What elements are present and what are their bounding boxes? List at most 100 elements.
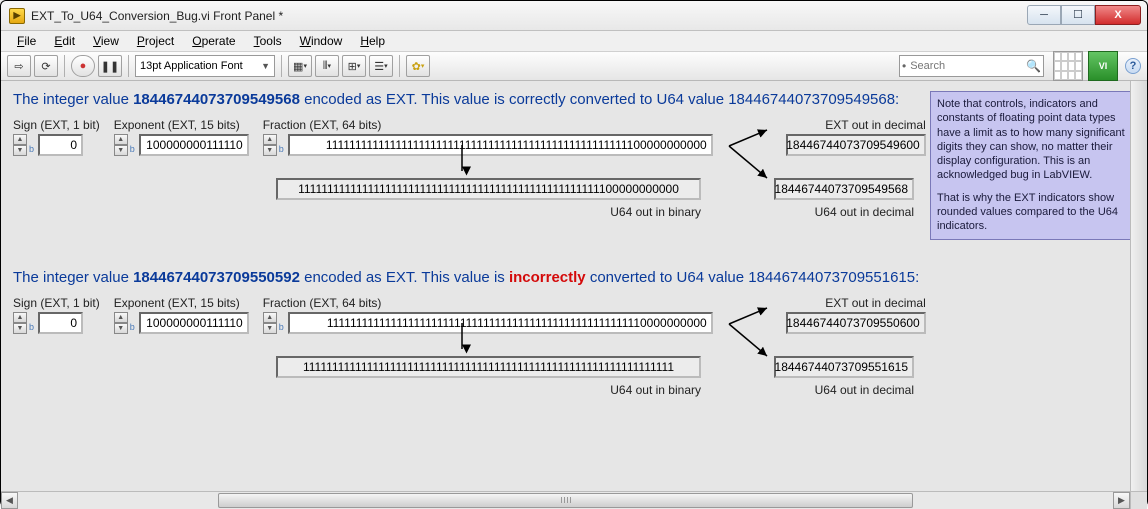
scroll-thumb[interactable] [218, 493, 913, 508]
section-incorrect: The integer value 18446744073709550592 e… [13, 269, 1135, 397]
exponent-spinner[interactable]: ▲▼ [114, 134, 128, 156]
menu-project[interactable]: Project [129, 32, 182, 50]
menu-operate[interactable]: Operate [184, 32, 243, 50]
radix-icon: b [279, 144, 284, 154]
abort-button[interactable]: ● [71, 55, 95, 77]
exponent-label-2: Exponent (EXT, 15 bits) [114, 296, 249, 310]
fraction-group: Fraction (EXT, 64 bits) ▲▼ b 11111111111… [263, 118, 713, 156]
u64-bin-group: 1111111111111111111111111111111111111111… [276, 178, 701, 219]
u64-dec-group: 18446744073709549568 U64 out in decimal [774, 178, 914, 219]
scroll-right-button[interactable]: ▶ [1113, 492, 1130, 509]
heading-2: The integer value 18446744073709550592 e… [13, 269, 1135, 286]
ext-out-group-2: EXT out in decimal 18446744073709550600 [786, 296, 926, 334]
u64-bin-value: 1111111111111111111111111111111111111111… [276, 178, 701, 200]
scroll-left-button[interactable]: ◀ [1, 492, 18, 509]
u64-dec-label: U64 out in decimal [815, 205, 914, 219]
radix-icon: b [130, 322, 135, 332]
exponent-label: Exponent (EXT, 15 bits) [114, 118, 249, 132]
connector-pane[interactable] [1053, 51, 1083, 81]
u64-bin-label: U64 out in binary [276, 205, 701, 219]
resize-button[interactable]: ⊞▾ [342, 55, 366, 77]
front-panel: The integer value 18446744073709549568 e… [1, 81, 1147, 491]
u64-bin-group-2: 1111111111111111111111111111111111111111… [276, 356, 701, 397]
sign-input[interactable]: 0 [38, 134, 83, 156]
ext-out-value-2: 18446744073709550600 [786, 312, 926, 334]
sign-input-2[interactable]: 0 [38, 312, 83, 334]
section-correct: The integer value 18446744073709549568 e… [13, 91, 1135, 219]
reorder-button[interactable]: ☰▾ [369, 55, 393, 77]
minimize-button[interactable]: ─ [1027, 5, 1061, 25]
search-icon: 🔍 [1026, 59, 1041, 73]
maximize-button[interactable]: ☐ [1061, 5, 1095, 25]
horizontal-scrollbar[interactable]: ◀ ▶ [1, 491, 1147, 508]
close-button[interactable]: X [1095, 5, 1141, 25]
toolbar-separator [281, 55, 282, 77]
fraction-label: Fraction (EXT, 64 bits) [263, 118, 713, 132]
radix-icon: b [279, 322, 284, 332]
exponent-spinner-2[interactable]: ▲▼ [114, 312, 128, 334]
sign-spinner-2[interactable]: ▲▼ [13, 312, 27, 334]
pause-button[interactable]: ❚❚ [98, 55, 122, 77]
menu-help[interactable]: Help [352, 32, 393, 50]
fraction-group-2: Fraction (EXT, 64 bits) ▲▼ b 11111111111… [263, 296, 713, 334]
fraction-spinner-2[interactable]: ▲▼ [263, 312, 277, 334]
exponent-input[interactable]: 100000000111110 [139, 134, 249, 156]
u64-dec-label-2: U64 out in decimal [815, 383, 914, 397]
menubar: File Edit View Project Operate Tools Win… [1, 31, 1147, 51]
fraction-spinner[interactable]: ▲▼ [263, 134, 277, 156]
toolbar: ⇨ ⟳ ● ❚❚ 13pt Application Font ▼ ▦▾ ⫴▾ ⊞… [1, 51, 1147, 81]
bullet-icon: • [902, 59, 906, 73]
sign-group-2: Sign (EXT, 1 bit) ▲▼ b 0 [13, 296, 100, 334]
toolbar-separator [64, 55, 65, 77]
u64-bin-value-2: 1111111111111111111111111111111111111111… [276, 356, 701, 378]
u64-bin-label-2: U64 out in binary [276, 383, 701, 397]
window-buttons: ─ ☐ X [1027, 5, 1141, 25]
note-text-1: Note that controls, indicators and const… [937, 97, 1128, 183]
menu-file[interactable]: File [9, 32, 44, 50]
menu-window[interactable]: Window [292, 32, 351, 50]
sign-group: Sign (EXT, 1 bit) ▲▼ b 0 [13, 118, 100, 156]
sign-label-2: Sign (EXT, 1 bit) [13, 296, 100, 310]
radix-icon: b [29, 144, 34, 154]
exponent-group: Exponent (EXT, 15 bits) ▲▼ b 10000000011… [114, 118, 249, 156]
search-input[interactable] [910, 60, 1026, 72]
menu-tools[interactable]: Tools [246, 32, 290, 50]
vertical-scrollbar[interactable] [1130, 81, 1147, 491]
help-button[interactable]: ? [1125, 58, 1141, 74]
run-continuous-button[interactable]: ⟳ [34, 55, 58, 77]
align-button[interactable]: ▦▾ [288, 55, 312, 77]
arrow-down-icon [452, 143, 472, 193]
arrow-down-icon [452, 321, 472, 371]
font-selector[interactable]: 13pt Application Font ▼ [135, 55, 275, 77]
ext-out-group: EXT out in decimal 18446744073709549600 [786, 118, 926, 156]
exponent-group-2: Exponent (EXT, 15 bits) ▲▼ b 10000000011… [114, 296, 249, 334]
ext-out-label-2: EXT out in decimal [825, 296, 926, 310]
titlebar: ▶ EXT_To_U64_Conversion_Bug.vi Front Pan… [1, 1, 1147, 31]
menu-edit[interactable]: Edit [46, 32, 83, 50]
note-text-2: That is why the EXT indicators show roun… [937, 191, 1128, 234]
fraction-label-2: Fraction (EXT, 64 bits) [263, 296, 713, 310]
vi-icon[interactable]: VI [1088, 51, 1118, 81]
window-title: EXT_To_U64_Conversion_Bug.vi Front Panel… [31, 9, 283, 23]
chevron-down-icon: ▼ [261, 61, 270, 71]
ext-out-value: 18446744073709549600 [786, 134, 926, 156]
fraction-input-2[interactable]: 1111111111111111111111111111111111111111… [288, 312, 713, 334]
exponent-input-2[interactable]: 100000000111110 [139, 312, 249, 334]
u64-dec-group-2: 18446744073709551615 U64 out in decimal [774, 356, 914, 397]
run-button[interactable]: ⇨ [7, 55, 31, 77]
note-box: Note that controls, indicators and const… [930, 91, 1135, 240]
scroll-track[interactable] [18, 492, 1113, 509]
sign-spinner[interactable]: ▲▼ [13, 134, 27, 156]
labview-icon: ▶ [9, 8, 25, 24]
toolbar-separator [128, 55, 129, 77]
settings-button[interactable]: ✿▾ [406, 55, 430, 77]
fraction-input[interactable]: 1111111111111111111111111111111111111111… [288, 134, 713, 156]
radix-icon: b [130, 144, 135, 154]
menu-view[interactable]: View [85, 32, 127, 50]
distribute-button[interactable]: ⫴▾ [315, 55, 339, 77]
arrow-split-icon [727, 118, 772, 198]
sign-label: Sign (EXT, 1 bit) [13, 118, 100, 132]
u64-dec-value: 18446744073709549568 [774, 178, 914, 200]
font-label: 13pt Application Font [140, 60, 243, 72]
search-box[interactable]: • 🔍 [899, 55, 1044, 77]
